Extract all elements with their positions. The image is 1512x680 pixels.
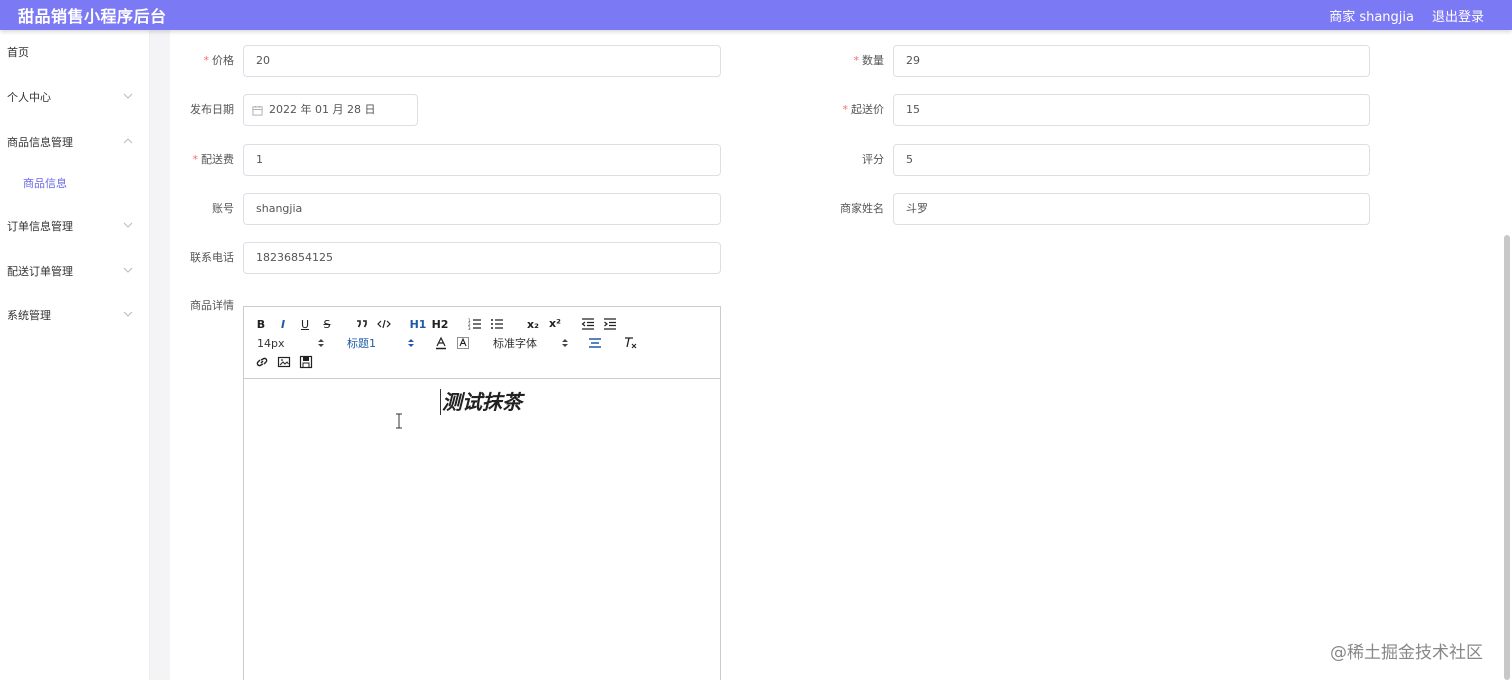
background-color-icon — [457, 337, 469, 349]
publish-date-label: 发布日期 — [190, 103, 234, 116]
outdent-button[interactable] — [581, 316, 595, 332]
text-cursor-icon — [396, 413, 402, 429]
sidebar-item-label: 系统管理 — [7, 309, 51, 322]
clear-format-button[interactable] — [623, 335, 637, 351]
sidebar-item-delivery-order-management[interactable]: 配送订单管理 — [0, 256, 150, 286]
chevron-down-icon — [123, 267, 133, 273]
sidebar: 首页 个人中心 商品信息管理 商品信息 订单信息管理 配送订单管理 系统管理 — [0, 30, 150, 680]
phone-input[interactable]: 18236854125 — [243, 242, 721, 274]
price-label: * 价格 — [203, 54, 235, 67]
account-label: 账号 — [212, 202, 234, 215]
updown-arrow-icon — [562, 339, 568, 347]
delivery-fee-input[interactable]: 1 — [243, 144, 721, 176]
product-detail-label: 商品详情 — [190, 299, 234, 312]
blockquote-button[interactable] — [355, 316, 369, 332]
price-input[interactable]: 20 — [243, 45, 721, 77]
superscript-button[interactable]: x² — [547, 315, 563, 331]
heading-picker[interactable]: 标题1 — [347, 335, 415, 351]
min-order-label: * 起送价 — [842, 103, 885, 116]
delivery-fee-label: * 配送费 — [192, 153, 235, 166]
sidebar-item-product-management[interactable]: 商品信息管理 — [0, 127, 150, 157]
code-block-button[interactable] — [377, 316, 391, 332]
sidebar-item-label: 商品信息 — [23, 177, 67, 190]
sidebar-item-label: 订单信息管理 — [7, 220, 73, 233]
calendar-icon — [252, 105, 263, 116]
merchant-user-link[interactable]: 商家 shangjia — [1329, 6, 1414, 25]
chevron-down-icon — [123, 93, 133, 99]
font-family-picker[interactable]: 标准字体 — [493, 335, 569, 351]
heading2-button[interactable]: H2 — [432, 316, 449, 332]
rating-label: 评分 — [862, 153, 884, 166]
content-gutter — [150, 30, 170, 680]
underline-button[interactable]: U — [298, 316, 312, 332]
sidebar-item-label: 商品信息管理 — [7, 136, 73, 149]
subscript-button[interactable]: x₂ — [525, 316, 541, 332]
image-button[interactable] — [277, 354, 291, 370]
font-size-picker[interactable]: 14px — [257, 335, 325, 351]
indent-button[interactable] — [603, 316, 617, 332]
editor-toolbar: B I U S H1 H2 123 x₂ x² 14px 标题1 标准字体 — [244, 307, 720, 379]
rich-text-editor: B I U S H1 H2 123 x₂ x² 14px 标题1 标准字体 测试… — [243, 306, 721, 680]
sidebar-item-label: 个人中心 — [7, 91, 51, 104]
sidebar-item-order-management[interactable]: 订单信息管理 — [0, 211, 150, 241]
video-icon — [299, 355, 313, 369]
merchant-name-input[interactable]: 斗罗 — [893, 193, 1370, 225]
publish-date-value: 2022 年 01 月 28 日 — [269, 103, 376, 116]
sidebar-item-product-info[interactable]: 商品信息 — [0, 168, 150, 198]
image-icon — [277, 356, 291, 368]
page-scrollbar[interactable] — [1504, 235, 1510, 680]
background-color-button[interactable] — [456, 335, 470, 351]
sidebar-item-personal-center[interactable]: 个人中心 — [0, 82, 150, 112]
publish-date-picker[interactable]: 2022 年 01 月 28 日 — [243, 94, 418, 126]
bullet-list-icon — [491, 319, 503, 329]
updown-arrow-icon — [318, 339, 324, 347]
clear-format-icon — [625, 337, 637, 349]
code-icon — [377, 319, 391, 329]
min-order-input[interactable]: 15 — [893, 94, 1370, 126]
chevron-down-icon — [123, 311, 133, 317]
outdent-icon — [581, 318, 594, 330]
phone-label: 联系电话 — [190, 251, 234, 264]
rating-input[interactable]: 5 — [893, 144, 1370, 176]
editor-content-area[interactable]: 测试抹茶 — [244, 379, 720, 680]
quote-icon — [357, 320, 367, 328]
bullet-list-button[interactable] — [490, 316, 504, 332]
sidebar-item-system-management[interactable]: 系统管理 — [0, 300, 150, 330]
align-center-button[interactable] — [588, 335, 602, 351]
bold-button[interactable]: B — [254, 316, 268, 332]
font-color-button[interactable] — [434, 335, 448, 351]
logout-button[interactable]: 退出登录 — [1432, 6, 1484, 25]
ordered-list-button[interactable]: 123 — [468, 316, 482, 332]
chevron-up-icon — [123, 138, 133, 144]
quantity-label: * 数量 — [853, 54, 885, 67]
link-icon — [256, 357, 268, 367]
sidebar-item-home[interactable]: 首页 — [0, 37, 150, 67]
quantity-input[interactable]: 29 — [893, 45, 1370, 77]
watermark: @稀土掘金技术社区 — [1330, 643, 1483, 663]
account-input[interactable]: shangjia — [243, 193, 721, 225]
top-bar: 甜品销售小程序后台 商家 shangjia 退出登录 — [0, 0, 1512, 30]
align-center-icon — [589, 338, 601, 348]
merchant-name-label: 商家姓名 — [840, 202, 884, 215]
sidebar-item-label: 首页 — [7, 46, 29, 59]
editor-content-text[interactable]: 测试抹茶 — [440, 389, 522, 415]
chevron-down-icon — [123, 222, 133, 228]
italic-button[interactable]: I — [276, 316, 290, 332]
svg-text:3: 3 — [468, 326, 471, 331]
updown-arrow-icon — [408, 339, 414, 347]
strike-button[interactable]: S — [320, 316, 334, 332]
link-button[interactable] — [255, 354, 269, 370]
sidebar-item-label: 配送订单管理 — [7, 265, 73, 278]
video-button[interactable] — [299, 354, 313, 370]
top-right-actions: 商家 shangjia 退出登录 — [1329, 6, 1484, 25]
app-title: 甜品销售小程序后台 — [18, 7, 167, 26]
font-color-icon — [436, 336, 446, 350]
ordered-list-icon: 123 — [468, 318, 481, 331]
indent-icon — [604, 318, 616, 330]
heading1-button[interactable]: H1 — [410, 316, 427, 332]
